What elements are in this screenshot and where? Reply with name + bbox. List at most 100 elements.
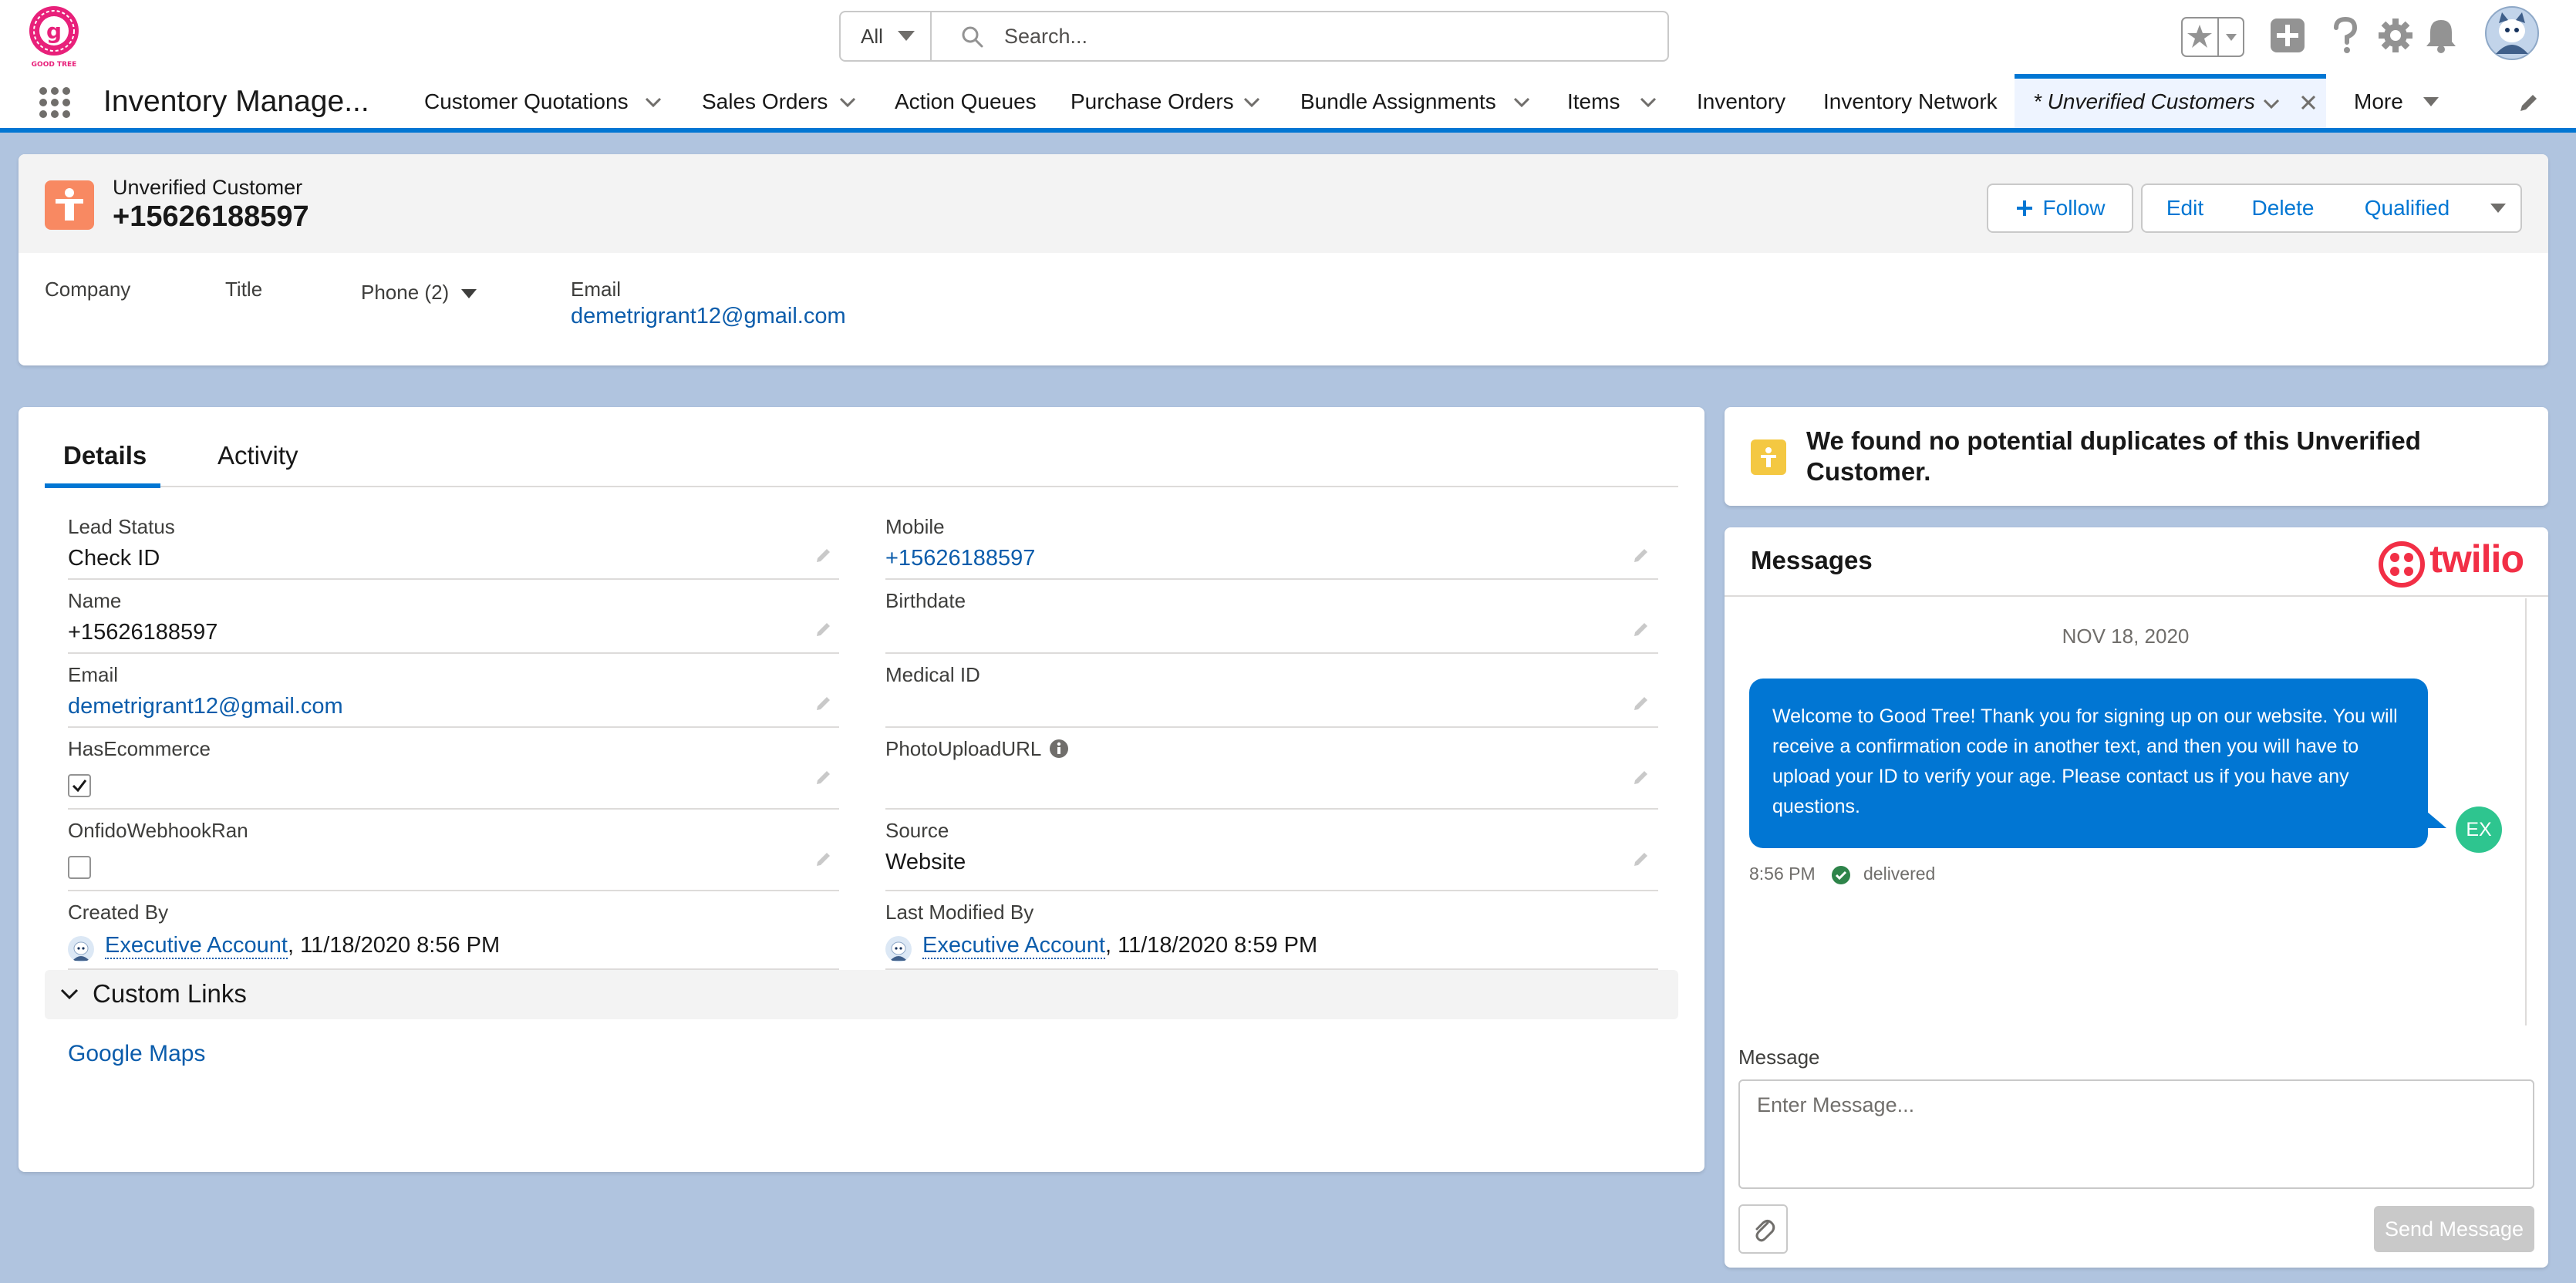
- birthdate-label: Birthdate: [885, 589, 966, 612]
- message-date-divider: NOV 18, 2020: [2062, 625, 2190, 648]
- message-input[interactable]: [1738, 1079, 2534, 1189]
- messages-header: Messages twilio: [1725, 527, 2548, 597]
- twilio-logo-text: twilio: [2429, 537, 2524, 581]
- pencil-icon[interactable]: [2517, 91, 2541, 114]
- created-by-user-link[interactable]: Executive Account: [105, 933, 288, 959]
- nav-item-inventory-network[interactable]: Inventory Network: [1823, 89, 1998, 120]
- lead-status-label: Lead Status: [68, 515, 175, 538]
- nav-item-bundle-assignments[interactable]: Bundle Assignments: [1300, 89, 1496, 120]
- last-modified-by-date: , 11/18/2020 8:59 PM: [1104, 933, 1318, 958]
- send-message-button[interactable]: Send Message: [2374, 1206, 2534, 1252]
- source-value: Website: [885, 850, 966, 874]
- field-divider: [68, 726, 839, 728]
- setup-gear-icon[interactable]: [2377, 17, 2414, 54]
- follow-button[interactable]: Follow: [1987, 184, 2133, 233]
- mobile-link[interactable]: +15626188597: [885, 546, 1035, 571]
- duplicate-rule-icon: [1751, 439, 1786, 475]
- search-icon: [961, 25, 984, 49]
- chevron-down-icon[interactable]: [645, 97, 662, 108]
- chevron-down-icon[interactable]: [2422, 96, 2440, 108]
- good-tree-logo[interactable]: g GOOD TREE: [26, 5, 82, 69]
- user-avatar[interactable]: [2485, 6, 2539, 60]
- chevron-down-icon: [460, 288, 477, 299]
- source-label: Source: [885, 819, 949, 842]
- tab-details[interactable]: Details: [63, 441, 147, 470]
- google-maps-link[interactable]: Google Maps: [68, 1041, 205, 1067]
- app-launcher-icon[interactable]: [39, 86, 71, 119]
- search-scope-dropdown[interactable]: All: [841, 12, 932, 60]
- details-card: Details Activity Lead Status Check ID Mo…: [19, 407, 1704, 1172]
- favorites-star-icon[interactable]: [2181, 17, 2244, 57]
- add-icon: [2015, 199, 2034, 217]
- mobile-label: Mobile: [885, 515, 945, 538]
- edit-button[interactable]: Edit: [2141, 184, 2229, 233]
- tab-activity[interactable]: Activity: [217, 441, 298, 470]
- message-time: 8:56 PM: [1749, 864, 1816, 884]
- chevron-down-icon[interactable]: [839, 97, 856, 108]
- pencil-icon[interactable]: [1632, 850, 1650, 868]
- has-ecommerce-label: HasEcommerce: [68, 737, 211, 760]
- message-bubble: Welcome to Good Tree! Thank you for sign…: [1749, 679, 2428, 848]
- qualified-button[interactable]: Qualified: [2338, 184, 2477, 233]
- email-link[interactable]: demetrigrant12@gmail.com: [571, 304, 846, 329]
- nav-item-purchase-orders[interactable]: Purchase Orders: [1071, 89, 1234, 120]
- nav-item-sales-orders[interactable]: Sales Orders: [702, 89, 828, 120]
- record-highlights-panel: Unverified Customer +15626188597 Follow …: [19, 154, 2548, 365]
- attach-button[interactable]: [1738, 1204, 1788, 1254]
- pencil-icon[interactable]: [1632, 694, 1650, 712]
- user-avatar: [885, 936, 912, 962]
- last-modified-by-label: Last Modified By: [885, 901, 1034, 924]
- chevron-down-icon[interactable]: [1640, 97, 1657, 108]
- record-title: +15626188597: [113, 200, 309, 233]
- custom-links-title: Custom Links: [93, 979, 247, 1008]
- field-divider: [885, 578, 1658, 580]
- search-input[interactable]: [1004, 17, 1652, 56]
- pencil-icon[interactable]: [814, 694, 833, 712]
- email-label: Email: [571, 278, 622, 301]
- messages-card: Messages twilio NOV 18, 2020 Welcome to …: [1725, 527, 2548, 1268]
- chevron-down-icon[interactable]: [1513, 97, 1530, 108]
- pencil-icon[interactable]: [1632, 546, 1650, 564]
- message-thread: NOV 18, 2020 Welcome to Good Tree! Thank…: [1725, 598, 2527, 1025]
- pencil-icon[interactable]: [814, 546, 833, 564]
- chevron-down-icon[interactable]: [2263, 99, 2280, 109]
- nav-item-more[interactable]: More: [2354, 89, 2403, 120]
- last-modified-by-user-link[interactable]: Executive Account: [922, 933, 1105, 959]
- delete-button[interactable]: Delete: [2227, 184, 2340, 233]
- info-icon[interactable]: [1049, 739, 1069, 759]
- email-field-link[interactable]: demetrigrant12@gmail.com: [68, 694, 343, 719]
- onfido-webhook-ran-checkbox: [68, 856, 91, 879]
- global-header: g GOOD TREE All: [0, 0, 2576, 74]
- field-divider: [885, 726, 1658, 728]
- nav-item-customer-quotations[interactable]: Customer Quotations: [424, 89, 629, 120]
- pencil-icon[interactable]: [814, 768, 833, 786]
- nav-item-items[interactable]: Items: [1567, 89, 1620, 120]
- qualified-button-label: Qualified: [2364, 196, 2450, 220]
- nav-item-action-queues[interactable]: Action Queues: [895, 89, 1037, 120]
- chevron-down-icon[interactable]: [1243, 97, 1260, 108]
- created-by-date: , 11/18/2020 8:56 PM: [287, 933, 501, 958]
- messages-title: Messages: [1751, 546, 1873, 574]
- help-icon[interactable]: [2332, 17, 2359, 54]
- user-avatar: [68, 936, 94, 962]
- field-divider: [68, 890, 839, 891]
- pencil-icon[interactable]: [1632, 768, 1650, 786]
- field-divider: [68, 808, 839, 810]
- pencil-icon[interactable]: [814, 850, 833, 868]
- pencil-icon[interactable]: [1632, 620, 1650, 638]
- nav-tab-unverified-customers[interactable]: * Unverified Customers: [2015, 74, 2326, 128]
- nav-item-inventory[interactable]: Inventory: [1697, 89, 1785, 120]
- close-icon[interactable]: [2300, 94, 2317, 111]
- record-header: Unverified Customer +15626188597 Follow …: [19, 154, 2548, 253]
- app-navigation-bar: Inventory Manage... Customer Quotations …: [0, 74, 2576, 133]
- notifications-bell-icon[interactable]: [2425, 17, 2457, 54]
- phone-dropdown[interactable]: Phone (2): [361, 281, 477, 305]
- medical-id-label: Medical ID: [885, 663, 980, 686]
- add-icon[interactable]: [2269, 17, 2306, 54]
- more-actions-dropdown[interactable]: [2476, 184, 2522, 233]
- paperclip-icon: [1752, 1217, 1775, 1243]
- field-divider: [68, 578, 839, 580]
- created-by-label: Created By: [68, 901, 169, 924]
- pencil-icon[interactable]: [814, 620, 833, 638]
- custom-links-section-toggle[interactable]: Custom Links: [45, 970, 1678, 1019]
